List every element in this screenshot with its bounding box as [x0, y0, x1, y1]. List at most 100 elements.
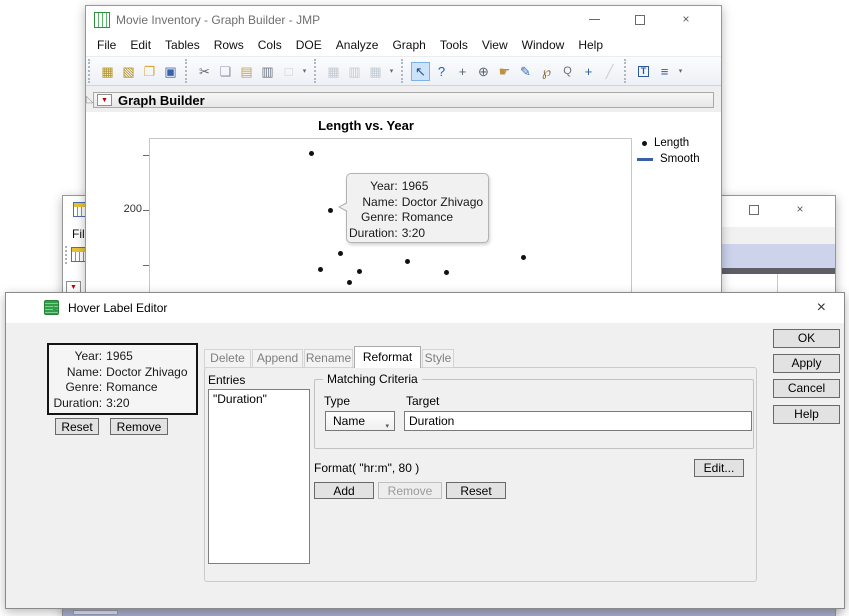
- toolbar-overflow-chevron[interactable]: ▾: [300, 62, 309, 81]
- menu-item-tables[interactable]: Tables: [158, 36, 207, 54]
- hover-tooltip: Year:1965Name:Doctor ZhivagoGenre:Romanc…: [346, 173, 489, 243]
- lock-icon: □: [279, 62, 298, 81]
- save-file-icon[interactable]: ▣: [161, 62, 180, 81]
- tab-delete[interactable]: Delete: [204, 349, 251, 368]
- maximize-button[interactable]: [617, 6, 663, 33]
- data-point[interactable]: [521, 255, 526, 260]
- entries-listbox[interactable]: "Duration": [208, 389, 310, 564]
- toolbar-group: T≡▾: [624, 59, 690, 83]
- paste-icon[interactable]: ▤: [237, 62, 256, 81]
- menu-item-view[interactable]: View: [475, 36, 515, 54]
- data-point[interactable]: [357, 269, 362, 274]
- data-point-hovered[interactable]: [328, 208, 333, 213]
- toolbar-handle: [65, 246, 67, 264]
- hover-field-label: Name:: [349, 195, 402, 211]
- open-file-icon[interactable]: ❐: [140, 62, 159, 81]
- data-point[interactable]: [309, 151, 314, 156]
- grabber-hand-icon[interactable]: ☛: [495, 62, 514, 81]
- hover-field-label: Name:: [51, 365, 106, 381]
- help-button[interactable]: Help: [773, 405, 840, 424]
- red-triangle-icon[interactable]: ▼: [97, 94, 112, 106]
- hover-tooltip-fields: Year:1965Name:Doctor ZhivagoGenre:Romanc…: [349, 179, 482, 241]
- toolbar-overflow-chevron[interactable]: ▾: [387, 62, 396, 81]
- menu-item-rows[interactable]: Rows: [207, 36, 251, 54]
- close-button[interactable]: ×: [663, 6, 709, 33]
- tab-style[interactable]: Style: [422, 349, 454, 368]
- menu-item-analyze[interactable]: Analyze: [329, 36, 386, 54]
- help-tool-icon[interactable]: ?: [432, 62, 451, 81]
- data-point[interactable]: [347, 280, 352, 285]
- hover-field-label: Year:: [349, 179, 402, 195]
- journal-page-icon[interactable]: ▥: [258, 62, 277, 81]
- data-point[interactable]: [318, 267, 323, 272]
- hover-field-label: Duration:: [349, 226, 402, 242]
- toolbar-overflow-chevron[interactable]: ▾: [676, 62, 685, 81]
- new-journal-icon[interactable]: ▧: [119, 62, 138, 81]
- data-point[interactable]: [444, 270, 449, 275]
- type-dropdown-value: Name: [333, 414, 365, 428]
- add-table-icon: ▦: [366, 62, 385, 81]
- y-axis-tick-label: 200: [112, 203, 142, 215]
- text-box-icon[interactable]: T: [634, 62, 653, 81]
- polygon-lines-icon[interactable]: ≡: [655, 62, 674, 81]
- menu-item-window[interactable]: Window: [515, 36, 572, 54]
- scrollbar-thumb[interactable]: [73, 610, 118, 615]
- cut-icon[interactable]: ✂: [195, 62, 214, 81]
- toolbar-group: ↖?+⊕☛✎℘Q+╱: [401, 59, 624, 83]
- mover-tool-icon[interactable]: +: [453, 62, 472, 81]
- cancel-button[interactable]: Cancel: [773, 379, 840, 398]
- menu-item-doe[interactable]: DOE: [289, 36, 329, 54]
- remove-button: Remove: [378, 482, 442, 499]
- add-button[interactable]: Add: [314, 482, 374, 499]
- crosshair-tool-icon[interactable]: ⊕: [474, 62, 493, 81]
- close-icon[interactable]: ×: [811, 297, 832, 319]
- menu-item-tools[interactable]: Tools: [433, 36, 475, 54]
- preview-reset-button[interactable]: Reset: [55, 418, 99, 435]
- brush-tool-icon[interactable]: ✎: [516, 62, 535, 81]
- legend: LengthSmooth: [637, 135, 700, 167]
- menu-item-help[interactable]: Help: [571, 36, 610, 54]
- new-data-table-icon[interactable]: ▦: [98, 62, 117, 81]
- apply-button[interactable]: Apply: [773, 354, 840, 373]
- hover-field-value: Doctor Zhivago: [402, 195, 483, 211]
- tab-rename[interactable]: Rename: [304, 349, 353, 368]
- legend-item-length[interactable]: Length: [637, 135, 700, 151]
- annotate-plus-icon[interactable]: +: [579, 62, 598, 81]
- tab-reformat[interactable]: Reformat: [354, 346, 421, 368]
- graph-builder-header[interactable]: ▼ Graph Builder: [93, 92, 714, 108]
- data-point[interactable]: [338, 251, 343, 256]
- type-dropdown[interactable]: Name ▾: [325, 411, 395, 431]
- hover-label-editor-dialog: Hover Label Editor × Year:1965Name:Docto…: [5, 292, 845, 609]
- legend-item-smooth[interactable]: Smooth: [637, 151, 700, 167]
- copy-icon[interactable]: ❏: [216, 62, 235, 81]
- menu-item-cols[interactable]: Cols: [251, 36, 289, 54]
- table-hscrollbar[interactable]: [63, 609, 835, 616]
- close-button[interactable]: ×: [777, 196, 823, 223]
- target-input[interactable]: [404, 411, 752, 431]
- tab-append[interactable]: Append: [252, 349, 303, 368]
- entries-list-item[interactable]: "Duration": [209, 390, 309, 408]
- hover-field-label: Genre:: [349, 210, 402, 226]
- toolbar-group: ✂❏▤▥□▾: [185, 59, 314, 83]
- ok-button[interactable]: OK: [773, 329, 840, 348]
- graph-builder-window: Movie Inventory - Graph Builder - JMP × …: [85, 5, 722, 292]
- maximize-button[interactable]: [731, 196, 777, 223]
- arrow-cursor-icon[interactable]: ↖: [411, 62, 430, 81]
- edit-button[interactable]: Edit...: [694, 459, 744, 477]
- preview-remove-button[interactable]: Remove: [110, 418, 168, 435]
- lasso-tool-icon[interactable]: ℘: [537, 62, 556, 81]
- window-controls: ×: [571, 6, 709, 33]
- split-columns-icon: ▥: [345, 62, 364, 81]
- report-title: Graph Builder: [118, 93, 205, 108]
- line-tool-icon: ╱: [600, 62, 619, 81]
- hover-field-value: 3:20: [402, 226, 483, 242]
- menu-item-graph[interactable]: Graph: [385, 36, 432, 54]
- hover-field-label: Duration:: [51, 396, 106, 412]
- minimize-button[interactable]: [571, 6, 617, 33]
- data-point[interactable]: [405, 259, 410, 264]
- magnifier-tool-icon[interactable]: Q: [558, 62, 577, 81]
- menu-item-edit[interactable]: Edit: [123, 36, 158, 54]
- reset-button[interactable]: Reset: [446, 482, 506, 499]
- menu-item-file[interactable]: File: [90, 36, 123, 54]
- chart-title: Length vs. Year: [246, 118, 486, 133]
